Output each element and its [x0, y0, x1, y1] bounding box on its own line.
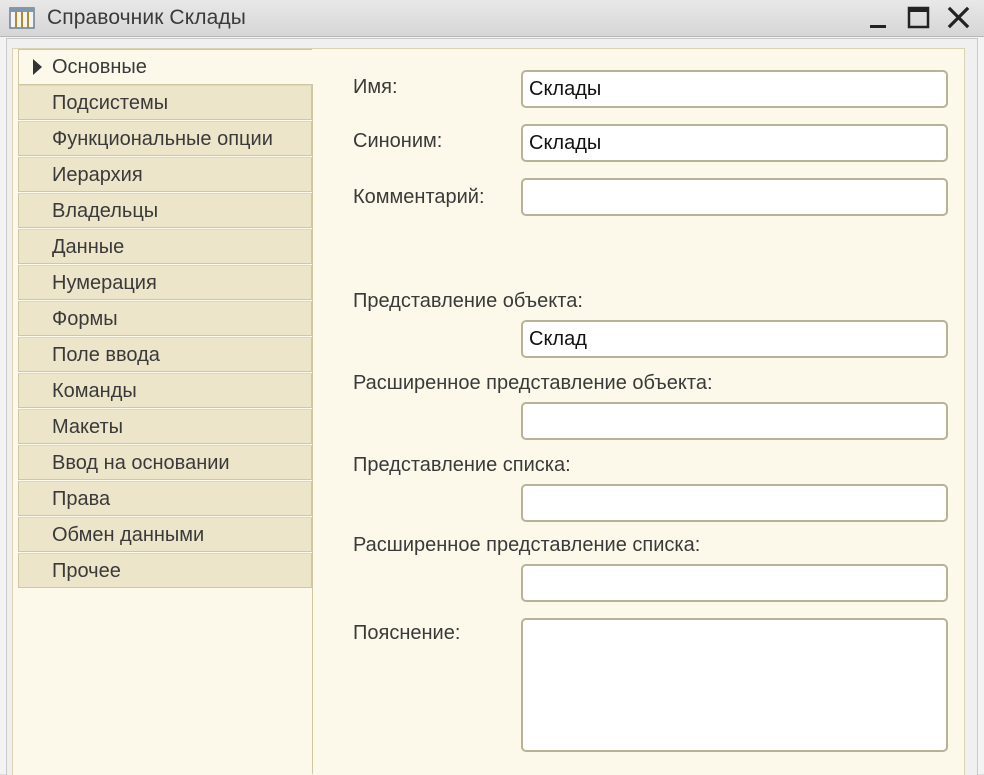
tab-formy[interactable]: Формы [18, 301, 312, 336]
tab-label: Команды [52, 380, 137, 402]
object-presentation-field[interactable]: Склад [521, 320, 948, 358]
tab-label: Ввод на основании [52, 452, 230, 474]
ext-list-presentation-field[interactable] [521, 564, 948, 602]
list-presentation-field[interactable] [521, 484, 948, 522]
tab-vladelcy[interactable]: Владельцы [18, 193, 312, 228]
tab-label: Поле ввода [52, 344, 160, 366]
synonym-label: Синоним: [353, 130, 443, 152]
name-field[interactable]: Склады [521, 70, 948, 108]
tabs-divider [312, 84, 313, 774]
explanation-label: Пояснение: [353, 622, 461, 644]
tab-label: Владельцы [52, 200, 159, 222]
close-button[interactable] [946, 6, 972, 30]
minimize-button[interactable] [866, 6, 892, 30]
tab-osnovnye[interactable]: Основные [18, 49, 312, 85]
explanation-textarea[interactable] [521, 618, 948, 752]
tab-label: Данные [52, 236, 125, 258]
window-title: Справочник Склады [47, 6, 246, 29]
tab-label: Иерархия [52, 164, 143, 186]
tab-ierarhiya[interactable]: Иерархия [18, 157, 312, 192]
table-icon [9, 7, 35, 29]
maximize-button[interactable] [906, 6, 932, 30]
tab-dannye[interactable]: Данные [18, 229, 312, 264]
tab-label: Права [52, 488, 111, 510]
tab-numeraciya[interactable]: Нумерация [18, 265, 312, 300]
tab-label: Обмен данными [52, 524, 205, 546]
tab-obmen-dannymi[interactable]: Обмен данными [18, 517, 312, 552]
ext-object-presentation-field[interactable] [521, 402, 948, 440]
tab-label: Прочее [52, 560, 121, 582]
comment-label: Комментарий: [353, 186, 485, 208]
active-tab-arrow-icon [33, 59, 42, 75]
tab-label: Нумерация [52, 272, 157, 294]
tab-funkcionalnye-opcii[interactable]: Функциональные опции [18, 121, 312, 156]
name-label: Имя: [353, 76, 398, 98]
tab-prochee[interactable]: Прочее [18, 553, 312, 588]
ext-list-presentation-label: Расширенное представление списка: [353, 534, 701, 556]
tab-prava[interactable]: Права [18, 481, 312, 516]
tab-label: Функциональные опции [52, 128, 273, 150]
tab-label: Основные [52, 56, 147, 78]
tab-pole-vvoda[interactable]: Поле ввода [18, 337, 312, 372]
ext-object-presentation-label: Расширенное представление объекта: [353, 372, 713, 394]
tab-vvod-na-osnovanii[interactable]: Ввод на основании [18, 445, 312, 480]
title-bar[interactable]: Справочник Склады [0, 0, 984, 37]
tab-komandy[interactable]: Команды [18, 373, 312, 408]
object-presentation-label: Представление объекта: [353, 290, 583, 312]
tab-label: Макеты [52, 416, 123, 438]
tab-label: Формы [52, 308, 118, 330]
tab-podsistemy[interactable]: Подсистемы [18, 85, 312, 120]
synonym-field[interactable]: Склады [521, 124, 948, 162]
window: Справочник Склады Основные Подсистемы Фу… [0, 0, 984, 775]
comment-field[interactable] [521, 178, 948, 216]
tab-label: Подсистемы [52, 92, 169, 114]
tab-makety[interactable]: Макеты [18, 409, 312, 444]
list-presentation-label: Представление списка: [353, 454, 571, 476]
